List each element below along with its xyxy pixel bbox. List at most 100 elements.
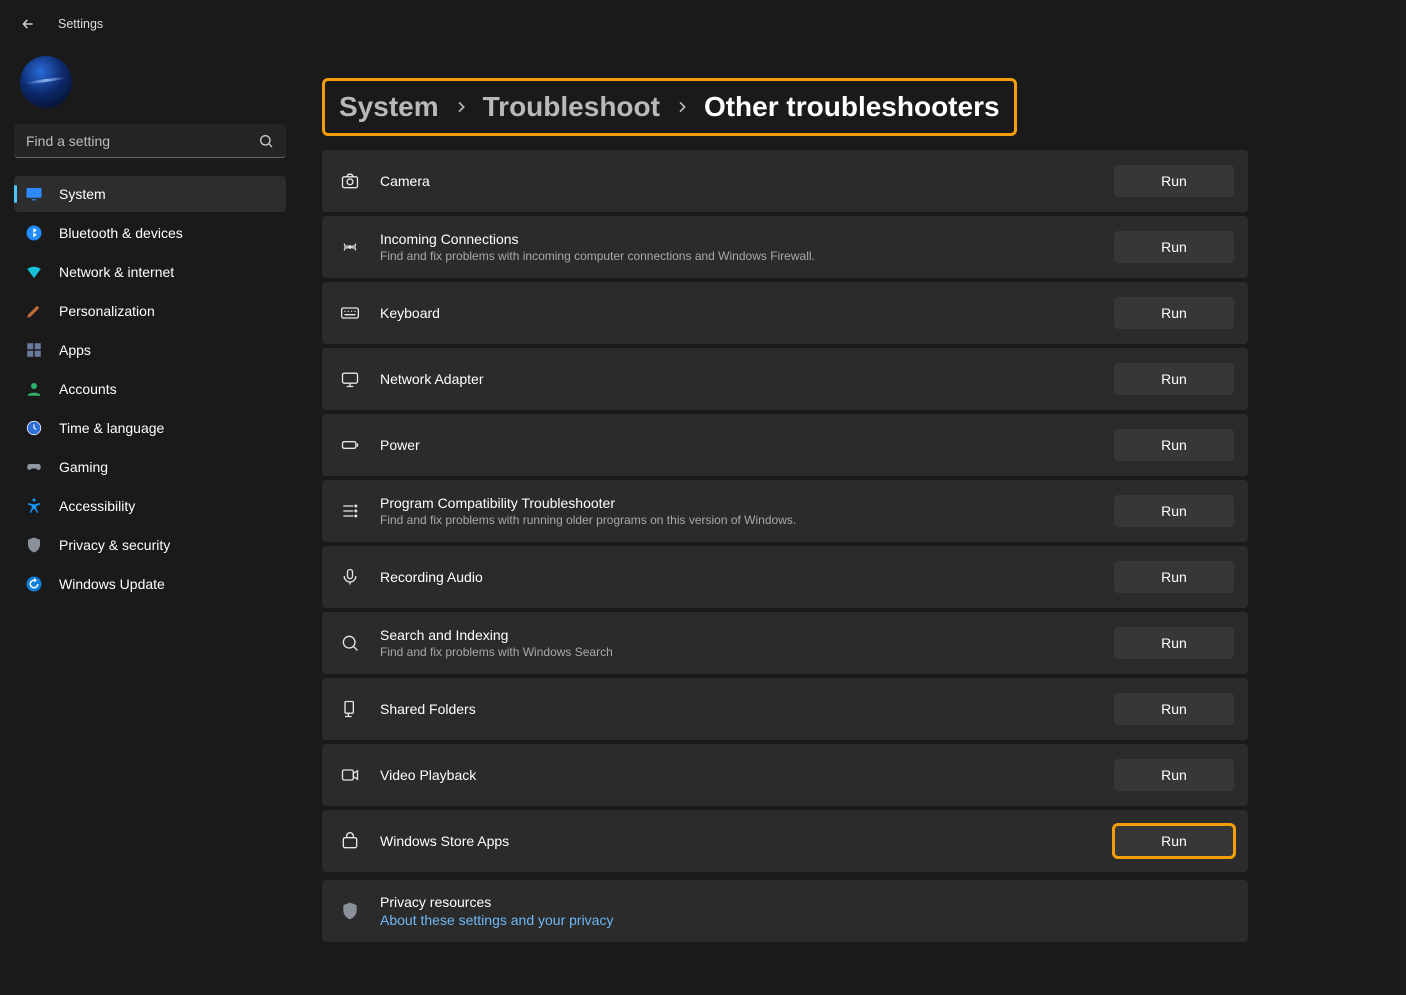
card-desc: Find and fix problems with incoming comp… — [380, 249, 1098, 263]
card-title: Recording Audio — [380, 569, 1098, 585]
card-title: Network Adapter — [380, 371, 1098, 387]
card-title: Program Compatibility Troubleshooter — [380, 495, 1098, 511]
nav-accounts[interactable]: Accounts — [14, 371, 286, 407]
troubleshooter-windows-store-apps[interactable]: Windows Store Apps Run — [322, 810, 1248, 872]
back-button[interactable] — [20, 16, 40, 32]
troubleshooter-incoming-connections[interactable]: Incoming Connections Find and fix proble… — [322, 216, 1248, 278]
microphone-icon — [336, 567, 364, 587]
nav-label: System — [59, 186, 106, 202]
search-input[interactable] — [14, 124, 286, 158]
update-icon — [24, 574, 44, 594]
window-title: Settings — [58, 17, 103, 31]
card-title: Search and Indexing — [380, 627, 1098, 643]
run-button[interactable]: Run — [1114, 429, 1234, 461]
troubleshooter-list: Camera Run Incoming Connections Find and… — [322, 150, 1248, 942]
keyboard-icon — [336, 303, 364, 323]
privacy-link[interactable]: About these settings and your privacy — [380, 912, 1218, 928]
run-button[interactable]: Run — [1114, 363, 1234, 395]
shield-icon — [24, 535, 44, 555]
breadcrumb-current: Other troubleshooters — [704, 91, 1000, 123]
card-title: Privacy resources — [380, 894, 1218, 910]
gamepad-icon — [24, 457, 44, 477]
nav-system[interactable]: System — [14, 176, 286, 212]
troubleshooter-search-indexing[interactable]: Search and Indexing Find and fix problem… — [322, 612, 1248, 674]
run-button[interactable]: Run — [1114, 231, 1234, 263]
run-button[interactable]: Run — [1114, 627, 1234, 659]
signal-icon — [336, 237, 364, 257]
main-content: System Troubleshoot Other troubleshooter… — [300, 42, 1356, 995]
apps-icon — [24, 340, 44, 360]
nav-label: Time & language — [59, 420, 164, 436]
troubleshooter-camera[interactable]: Camera Run — [322, 150, 1248, 212]
card-desc: Find and fix problems with Windows Searc… — [380, 645, 1098, 659]
titlebar: Settings — [0, 0, 1356, 42]
nav-label: Personalization — [59, 303, 155, 319]
run-button[interactable]: Run — [1114, 693, 1234, 725]
shield-icon — [336, 901, 364, 921]
camera-icon — [336, 171, 364, 191]
network-adapter-icon — [336, 369, 364, 389]
nav-apps[interactable]: Apps — [14, 332, 286, 368]
privacy-resources[interactable]: Privacy resources About these settings a… — [322, 880, 1248, 942]
breadcrumb-troubleshoot[interactable]: Troubleshoot — [483, 91, 660, 123]
card-title: Power — [380, 437, 1098, 453]
run-button[interactable]: Run — [1114, 561, 1234, 593]
troubleshooter-power[interactable]: Power Run — [322, 414, 1248, 476]
run-button[interactable]: Run — [1114, 759, 1234, 791]
troubleshooter-program-compatibility[interactable]: Program Compatibility Troubleshooter Fin… — [322, 480, 1248, 542]
store-icon — [336, 831, 364, 851]
accessibility-icon — [24, 496, 44, 516]
run-button[interactable]: Run — [1114, 825, 1234, 857]
sidebar: System Bluetooth & devices Network & int… — [0, 42, 300, 995]
troubleshooter-video-playback[interactable]: Video Playback Run — [322, 744, 1248, 806]
battery-icon — [336, 435, 364, 455]
run-button[interactable]: Run — [1114, 297, 1234, 329]
breadcrumb-system[interactable]: System — [339, 91, 439, 123]
chevron-right-icon — [674, 99, 690, 115]
nav-label: Windows Update — [59, 576, 165, 592]
breadcrumb: System Troubleshoot Other troubleshooter… — [322, 78, 1017, 136]
folder-share-icon — [336, 699, 364, 719]
nav-personalization[interactable]: Personalization — [14, 293, 286, 329]
clock-globe-icon — [24, 418, 44, 438]
wifi-icon — [24, 262, 44, 282]
nav-bluetooth[interactable]: Bluetooth & devices — [14, 215, 286, 251]
user-avatar-wrap[interactable] — [14, 52, 286, 124]
nav-privacy[interactable]: Privacy & security — [14, 527, 286, 563]
troubleshooter-shared-folders[interactable]: Shared Folders Run — [322, 678, 1248, 740]
card-title: Camera — [380, 173, 1098, 189]
nav-network[interactable]: Network & internet — [14, 254, 286, 290]
card-title: Video Playback — [380, 767, 1098, 783]
search-icon — [336, 633, 364, 653]
nav-label: Network & internet — [59, 264, 174, 280]
nav-time-language[interactable]: Time & language — [14, 410, 286, 446]
nav-list: System Bluetooth & devices Network & int… — [14, 176, 286, 602]
video-icon — [336, 765, 364, 785]
nav-gaming[interactable]: Gaming — [14, 449, 286, 485]
bluetooth-icon — [24, 223, 44, 243]
nav-accessibility[interactable]: Accessibility — [14, 488, 286, 524]
search-wrap — [14, 124, 286, 158]
troubleshooter-keyboard[interactable]: Keyboard Run — [322, 282, 1248, 344]
nav-label: Apps — [59, 342, 91, 358]
display-icon — [24, 184, 44, 204]
person-icon — [24, 379, 44, 399]
troubleshooter-network-adapter[interactable]: Network Adapter Run — [322, 348, 1248, 410]
run-button[interactable]: Run — [1114, 165, 1234, 197]
run-button[interactable]: Run — [1114, 495, 1234, 527]
nav-windows-update[interactable]: Windows Update — [14, 566, 286, 602]
nav-label: Bluetooth & devices — [59, 225, 183, 241]
card-desc: Find and fix problems with running older… — [380, 513, 1098, 527]
nav-label: Privacy & security — [59, 537, 170, 553]
nav-label: Accessibility — [59, 498, 135, 514]
card-title: Keyboard — [380, 305, 1098, 321]
nav-label: Accounts — [59, 381, 117, 397]
card-title: Windows Store Apps — [380, 833, 1098, 849]
settings-window: Settings System — [0, 0, 1406, 995]
troubleshooter-recording-audio[interactable]: Recording Audio Run — [322, 546, 1248, 608]
chevron-right-icon — [453, 99, 469, 115]
compatibility-icon — [336, 501, 364, 521]
nav-label: Gaming — [59, 459, 108, 475]
card-title: Shared Folders — [380, 701, 1098, 717]
user-avatar — [20, 56, 72, 108]
